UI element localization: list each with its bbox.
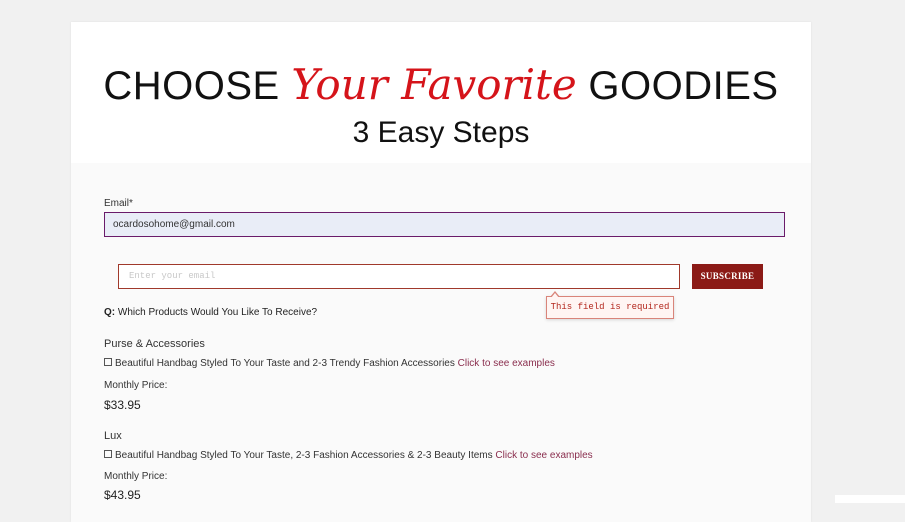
subscribe-email-input[interactable]: Enter your email [118,264,680,289]
option-checkbox[interactable] [104,358,112,367]
email-field[interactable]: ocardosohome@gmail.com [104,212,785,237]
headline-script: Your Favorite [291,60,577,109]
price-label: Monthly Price: [104,380,168,391]
products-question: Q: Which Products Would You Like To Rece… [104,307,317,318]
product-option[interactable]: Beautiful Handbag Styled To Your Taste a… [104,358,555,369]
examples-link[interactable]: Click to see examples [458,358,555,369]
product-option[interactable]: Beautiful Handbag Styled To Your Taste, … [104,450,593,461]
price-value: $33.95 [104,398,141,412]
question-text: Which Products Would You Like To Receive… [115,307,318,318]
question-prefix: Q: [104,307,116,318]
option-text: Beautiful Handbag Styled To Your Taste a… [115,358,455,369]
price-value: $43.95 [104,488,141,502]
examples-link[interactable]: Click to see examples [495,450,592,461]
option-checkbox[interactable] [104,450,112,459]
hero-banner: CHOOSE Your Favorite GOODIES 3 Easy Step… [71,22,811,163]
headline-part-3: GOODIES [576,64,779,108]
option-text: Beautiful Handbag Styled To Your Taste, … [115,450,493,461]
validation-tooltip: This field is required [546,291,674,319]
banner-subheadline: 3 Easy Steps [352,116,530,149]
banner-headline: CHOOSE Your Favorite GOODIES [71,60,811,109]
subscribe-button[interactable]: SUBSCRIBE [692,264,763,289]
price-label: Monthly Price: [104,471,168,482]
email-label: Email* [104,198,133,209]
signup-card: CHOOSE Your Favorite GOODIES 3 Easy Step… [71,22,811,522]
category-title: Purse & Accessories [104,338,205,350]
page-corner-panel [835,495,905,503]
headline-part-1: CHOOSE [103,64,292,108]
category-title: Lux [104,430,122,442]
